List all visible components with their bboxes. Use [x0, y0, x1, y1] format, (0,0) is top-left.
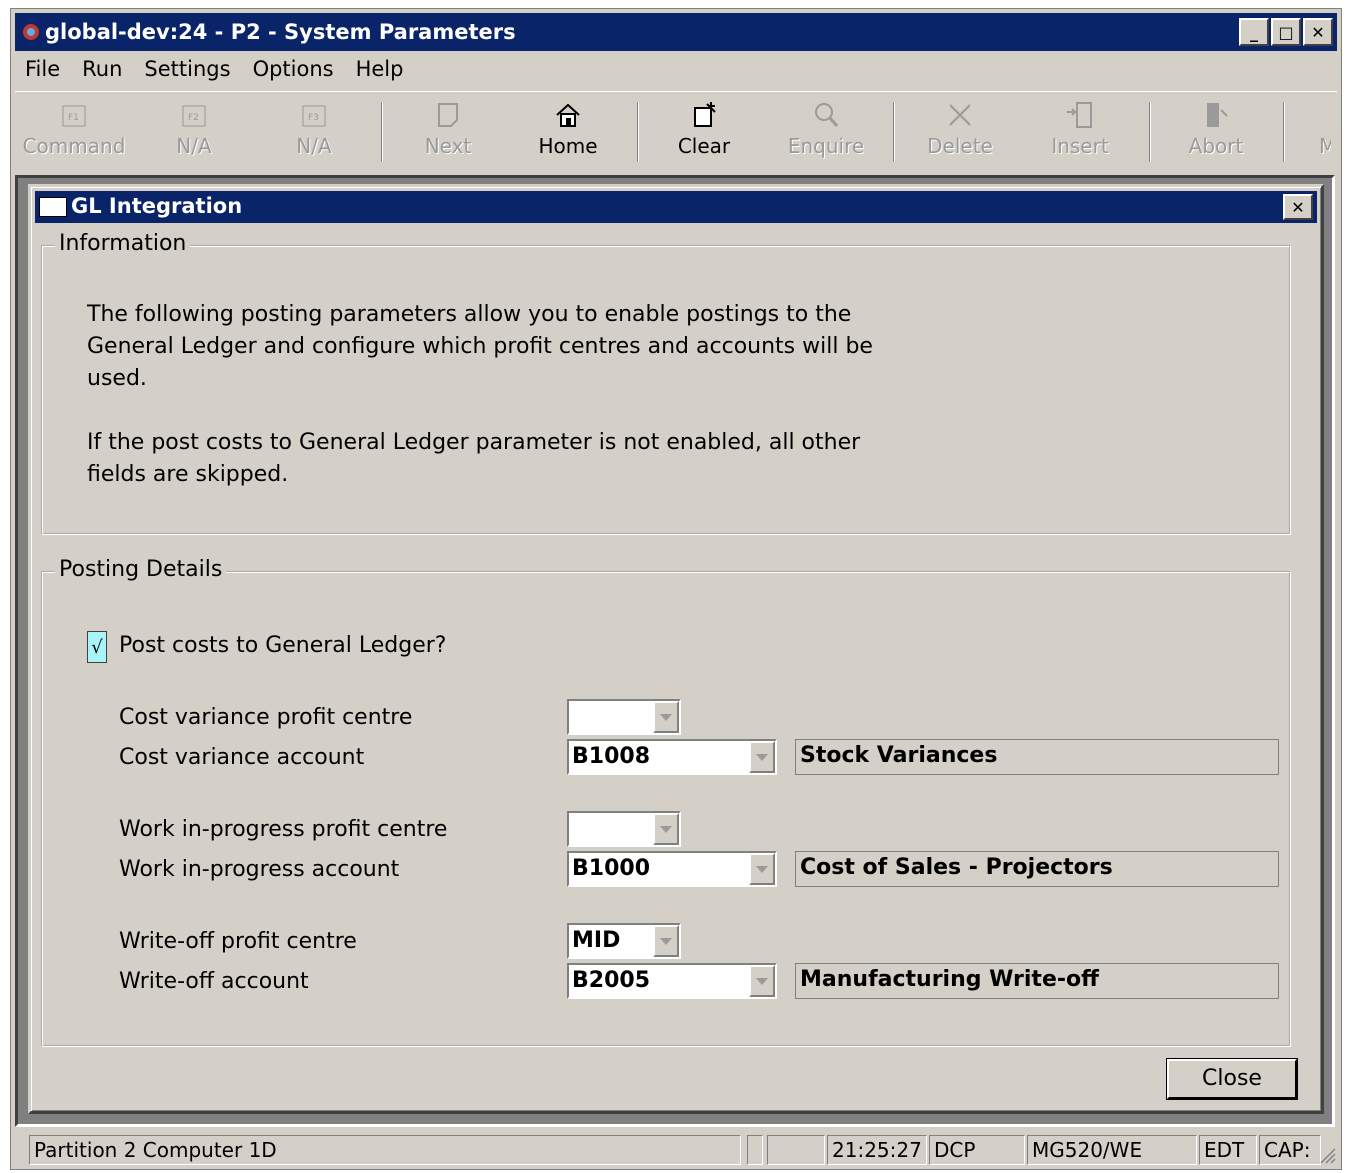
menu-options[interactable]: Options	[243, 53, 346, 87]
menu-help[interactable]: Help	[346, 53, 416, 87]
information-legend: Information	[55, 231, 191, 256]
dialog-title: GL Integration	[71, 194, 243, 218]
toolbar-command-button[interactable]: F1 Command	[15, 98, 133, 164]
status-bar: Partition 2 Computer 1D 21:25:27 DCP MG5…	[15, 1133, 1337, 1167]
window-title: global-dev:24 - P2 - System Parameters	[45, 20, 516, 44]
information-group: Information The following posting parame…	[41, 231, 1291, 535]
info-line: If the post costs to General Ledger para…	[87, 430, 861, 455]
toolbar-separator	[637, 102, 639, 162]
toolbar-delete-button[interactable]: Delete	[901, 98, 1019, 164]
toolbar-enquire-button[interactable]: Enquire	[767, 98, 885, 164]
dropdown-arrow-icon[interactable]	[749, 965, 775, 997]
toolbar-separator	[381, 102, 383, 162]
dialog-titlebar: GL Integration ✕	[35, 191, 1317, 223]
write-off-account-combo[interactable]: B2005	[567, 963, 777, 999]
cost-variance-account-label: Cost variance account	[119, 745, 365, 770]
wip-account-description: Cost of Sales - Projectors	[795, 851, 1279, 887]
write-off-profit-centre-label: Write-off profit centre	[119, 929, 357, 954]
status-empty-panel	[747, 1135, 763, 1165]
dialog-close-button[interactable]: ✕	[1283, 194, 1313, 220]
wip-profit-centre-label: Work in-progress profit centre	[119, 817, 448, 842]
magnifier-icon	[815, 103, 839, 127]
toolbar-separator	[1149, 102, 1151, 162]
toolbar-next-button[interactable]: Next	[389, 98, 507, 164]
app-icon	[23, 24, 39, 40]
toolbar: F1 Command F2 N/A F3 N/A Next Home Clear…	[15, 91, 1337, 170]
toolbar-clear-button[interactable]: Clear	[645, 98, 763, 164]
write-off-profit-centre-combo[interactable]: MID	[567, 923, 681, 959]
f2-key-icon: F2	[182, 105, 206, 127]
write-off-account-label: Write-off account	[119, 969, 309, 994]
delete-x-icon	[949, 104, 971, 126]
toolbar-home-button[interactable]: Home	[509, 98, 627, 164]
window-titlebar: global-dev:24 - P2 - System Parameters _…	[15, 13, 1337, 51]
cost-variance-profit-centre-combo[interactable]	[567, 699, 681, 735]
post-costs-label: Post costs to General Ledger?	[119, 633, 447, 658]
maximize-button[interactable]: □	[1271, 18, 1301, 46]
write-off-account-description: Manufacturing Write-off	[795, 963, 1279, 999]
toolbar-f3-button[interactable]: F3 N/A	[255, 98, 373, 164]
svg-text:F2: F2	[188, 113, 199, 123]
dropdown-arrow-icon[interactable]	[749, 853, 775, 885]
information-paragraph: The following posting parameters allow y…	[87, 299, 873, 491]
dropdown-arrow-icon[interactable]	[653, 813, 679, 845]
dropdown-arrow-icon[interactable]	[653, 701, 679, 733]
wip-profit-centre-combo[interactable]	[567, 811, 681, 847]
cost-variance-account-description: Stock Variances	[795, 739, 1279, 775]
toolbar-f2-button[interactable]: F2 N/A	[135, 98, 253, 164]
svg-text:F3: F3	[308, 113, 319, 123]
dropdown-arrow-icon[interactable]	[653, 925, 679, 957]
status-message: Partition 2 Computer 1D	[29, 1135, 741, 1165]
window-icon	[39, 197, 67, 217]
menu-file[interactable]: File	[15, 53, 72, 87]
posting-details-group: Posting Details √ Post costs to General …	[41, 557, 1291, 1047]
home-icon	[556, 103, 580, 127]
info-line: General Ledger and configure which profi…	[87, 334, 873, 359]
status-caps: CAP:	[1259, 1135, 1321, 1165]
toolbar-insert-button[interactable]: Insert	[1021, 98, 1139, 164]
check-mark-icon: √	[91, 637, 103, 658]
status-empty-panel	[767, 1135, 825, 1165]
wip-account-label: Work in-progress account	[119, 857, 400, 882]
door-exit-icon	[1207, 103, 1228, 127]
minimize-button[interactable]: _	[1239, 18, 1269, 46]
resize-grip-icon[interactable]	[1317, 1145, 1337, 1165]
posting-details-legend: Posting Details	[55, 557, 227, 582]
status-mode: DCP	[929, 1135, 1025, 1165]
application-window: global-dev:24 - P2 - System Parameters _…	[10, 8, 1342, 1170]
close-button[interactable]: ✕	[1303, 18, 1333, 46]
toolbar-separator	[893, 102, 895, 162]
insert-icon	[1067, 102, 1092, 128]
info-line: The following posting parameters allow y…	[87, 302, 852, 327]
status-time: 21:25:27	[827, 1135, 927, 1165]
menu-settings[interactable]: Settings	[134, 53, 242, 87]
menu-run[interactable]: Run	[72, 53, 134, 87]
clear-icon	[694, 102, 716, 127]
toolbar-separator	[1283, 102, 1285, 162]
close-dialog-button[interactable]: Close	[1166, 1058, 1298, 1100]
f1-key-icon: F1	[62, 105, 86, 127]
wip-account-combo[interactable]: B1000	[567, 851, 777, 887]
info-line: fields are skipped.	[87, 462, 289, 487]
info-line: used.	[87, 366, 147, 391]
next-page-icon	[438, 103, 458, 127]
gl-integration-dialog: GL Integration ✕ Information The followi…	[28, 184, 1324, 1114]
post-costs-checkbox[interactable]: √	[87, 631, 107, 663]
mdi-workspace: GL Integration ✕ Information The followi…	[15, 175, 1335, 1127]
status-program: MG520/WE	[1027, 1135, 1197, 1165]
toolbar-more-button[interactable]: M	[1291, 98, 1331, 164]
svg-text:F1: F1	[68, 113, 79, 123]
cost-variance-profit-centre-label: Cost variance profit centre	[119, 705, 413, 730]
f3-key-icon: F3	[302, 105, 326, 127]
dropdown-arrow-icon[interactable]	[749, 741, 775, 773]
cost-variance-account-combo[interactable]: B1008	[567, 739, 777, 775]
toolbar-abort-button[interactable]: Abort	[1157, 98, 1275, 164]
menu-bar: File Run Settings Options Help	[15, 53, 415, 87]
status-edit: EDT	[1199, 1135, 1257, 1165]
